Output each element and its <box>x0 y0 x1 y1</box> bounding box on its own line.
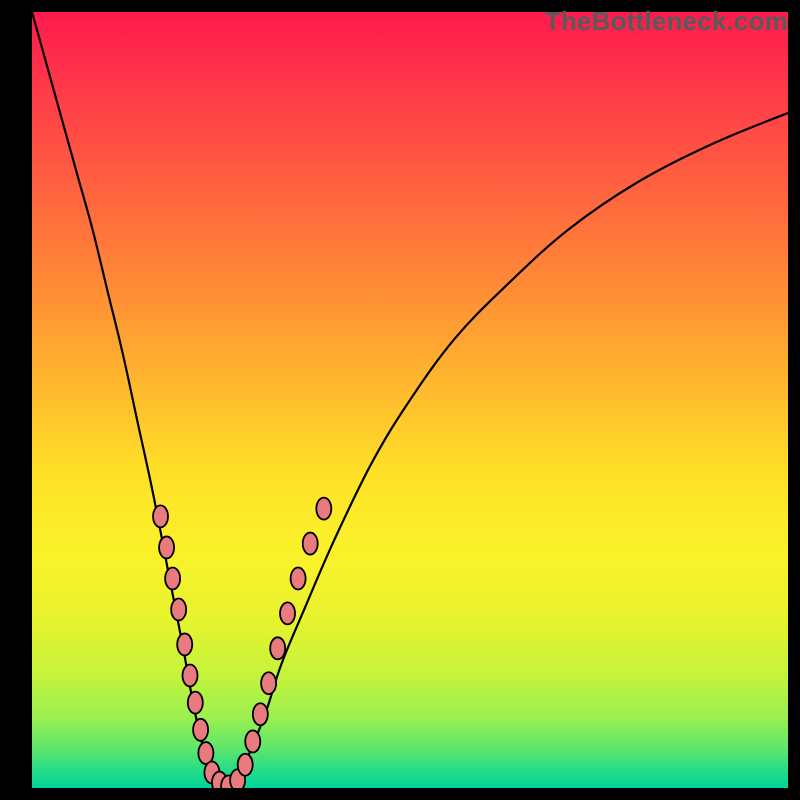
data-dot <box>253 703 268 725</box>
data-dot <box>261 672 276 694</box>
left-curve <box>32 12 229 788</box>
data-dot <box>183 664 198 686</box>
watermark-text: TheBottleneck.com <box>545 6 788 37</box>
data-dots <box>153 498 331 788</box>
data-dot <box>153 505 168 527</box>
data-dot <box>316 498 331 520</box>
data-dot <box>270 637 285 659</box>
chart-frame: TheBottleneck.com <box>0 0 800 800</box>
data-dot <box>245 730 260 752</box>
data-dot <box>165 567 180 589</box>
right-curve <box>229 113 788 788</box>
data-dot <box>177 633 192 655</box>
data-dot <box>159 536 174 558</box>
data-dot <box>303 533 318 555</box>
data-dot <box>238 754 253 776</box>
curves-svg <box>32 12 788 788</box>
data-dot <box>291 567 306 589</box>
data-dot <box>171 599 186 621</box>
data-dot <box>188 692 203 714</box>
data-dot <box>193 719 208 741</box>
data-dot <box>280 602 295 624</box>
plot-area <box>32 12 788 788</box>
